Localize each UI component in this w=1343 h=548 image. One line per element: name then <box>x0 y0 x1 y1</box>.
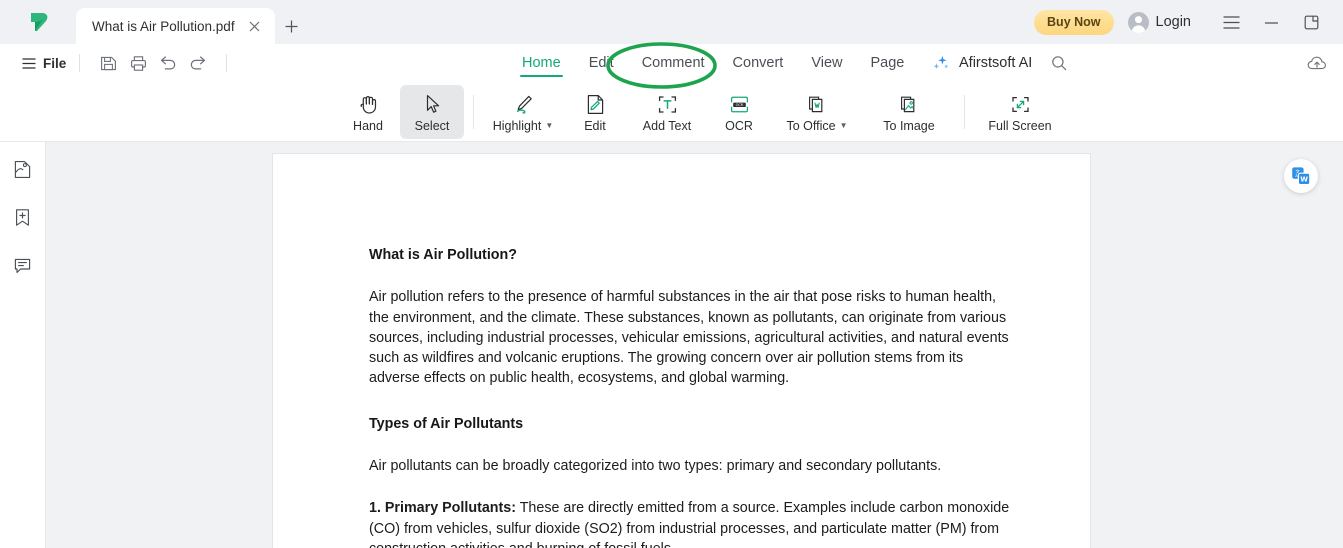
sidebar-item-comments[interactable] <box>8 250 38 280</box>
doc-paragraph-3-bold: 1. Primary Pollutants: <box>369 500 516 517</box>
highlight-tool-button[interactable]: Highlight ▼ <box>483 85 563 139</box>
app-menu-button[interactable] <box>1211 7 1251 37</box>
hand-tool-label: Hand <box>353 119 383 133</box>
full-screen-tool-label: Full Screen <box>988 119 1052 133</box>
hand-icon <box>356 91 381 117</box>
to-office-tool-label: To Office ▼ <box>786 119 847 133</box>
restore-window-icon <box>1304 15 1318 29</box>
ribbon-tabs: Home Edit Comment Convert View Page <box>508 44 918 82</box>
afirstsoft-ai-label[interactable]: Afirstsoft AI <box>959 55 1032 71</box>
menu-bar: File Home Edit Comment Convert View Page… <box>0 44 1343 82</box>
document-tab-title: What is Air Pollution.pdf <box>92 18 235 34</box>
to-image-icon <box>897 91 922 117</box>
select-tool-label: Select <box>414 119 450 133</box>
titlebar-right-controls: Buy Now Login <box>1034 0 1343 44</box>
svg-text:A: A <box>1295 173 1298 178</box>
hamburger-menu-icon <box>1223 15 1239 29</box>
tab-edit[interactable]: Edit <box>575 44 628 82</box>
afirstsoft-leaf-logo-icon <box>31 13 48 31</box>
chevron-down-icon[interactable]: ▼ <box>840 122 848 130</box>
doc-paragraph-3: 1. Primary Pollutants: These are directl… <box>369 498 1012 548</box>
highlight-pen-icon <box>511 91 536 117</box>
minimize-button[interactable] <box>1251 7 1291 37</box>
doc-heading-1: What is Air Pollution? <box>369 247 517 263</box>
sidebar-item-thumbnails[interactable] <box>8 154 38 184</box>
login-label: Login <box>1155 14 1191 30</box>
afirstsoft-ai-group: Afirstsoft AI <box>930 44 1067 82</box>
minimize-icon <box>1264 21 1278 24</box>
to-office-word-icon <box>805 91 830 117</box>
pdf-page: What is Air Pollution? Air pollution ref… <box>273 154 1090 548</box>
add-text-icon <box>655 91 680 117</box>
divider <box>226 54 228 72</box>
translate-to-word-button[interactable]: 文 A W <box>1284 159 1318 193</box>
undo-icon[interactable] <box>153 50 183 76</box>
restore-window-button[interactable] <box>1291 7 1331 37</box>
divider <box>964 95 965 129</box>
add-text-tool-label: Add Text <box>642 119 692 133</box>
svg-text:W: W <box>1300 176 1308 184</box>
doc-heading-2: Types of Air Pollutants <box>369 415 524 432</box>
new-tab-button[interactable] <box>275 8 309 44</box>
highlight-label-text: Highlight <box>492 119 542 133</box>
close-icon[interactable] <box>245 16 265 36</box>
tab-strip: What is Air Pollution.pdf <box>76 0 309 44</box>
hand-tool-button[interactable]: Hand <box>336 85 400 139</box>
file-menu-button[interactable]: File <box>22 56 66 71</box>
tab-convert[interactable]: Convert <box>719 44 798 82</box>
divider <box>79 54 81 72</box>
to-image-tool-button[interactable]: To Image <box>863 85 955 139</box>
ocr-icon: OCR <box>727 91 752 117</box>
bookmark-add-icon <box>16 208 29 226</box>
sidebar-item-bookmarks[interactable] <box>8 202 38 232</box>
edit-document-icon <box>583 91 608 117</box>
divider <box>473 95 474 129</box>
pdf-page-content: What is Air Pollution? Air pollution ref… <box>369 246 1012 548</box>
to-image-tool-label: To Image <box>883 119 935 133</box>
highlight-tool-label: Highlight ▼ <box>493 119 554 133</box>
full-screen-icon <box>1008 91 1033 117</box>
toolbar-items: Hand Select Highlight ▼ Edit Add Text OC… <box>336 82 1066 142</box>
chevron-down-icon[interactable]: ▼ <box>545 122 553 130</box>
add-text-tool-button[interactable]: Add Text <box>627 85 707 139</box>
to-office-label-text: To Office <box>786 119 836 133</box>
document-tab[interactable]: What is Air Pollution.pdf <box>76 8 275 44</box>
redo-icon[interactable] <box>183 50 213 76</box>
login-button[interactable]: Login <box>1127 11 1191 33</box>
buy-now-button[interactable]: Buy Now <box>1034 9 1114 35</box>
select-tool-button[interactable]: Select <box>400 85 464 139</box>
page-thumbnails-icon <box>14 160 31 178</box>
edit-tool-button[interactable]: Edit <box>563 85 627 139</box>
full-screen-tool-button[interactable]: Full Screen <box>974 85 1066 139</box>
cursor-arrow-icon <box>420 91 445 117</box>
comments-icon <box>14 258 31 273</box>
doc-paragraph-1: Air pollution refers to the presence of … <box>369 289 1009 387</box>
translate-to-word-icon: 文 A W <box>1292 167 1311 186</box>
svg-text:OCR: OCR <box>735 103 743 107</box>
sparkle-ai-icon <box>930 53 950 73</box>
file-menu-label: File <box>43 55 67 71</box>
tab-view[interactable]: View <box>797 44 856 82</box>
title-bar: What is Air Pollution.pdf Buy Now Login <box>0 0 1343 44</box>
cloud-upload-icon[interactable] <box>1303 50 1331 76</box>
doc-paragraph-2: Air pollutants can be broadly categorize… <box>369 458 942 475</box>
user-avatar-icon <box>1127 11 1149 33</box>
app-logo <box>0 0 76 44</box>
ocr-tool-button[interactable]: OCR OCR <box>707 85 771 139</box>
main-toolbar: Hand Select Highlight ▼ Edit Add Text OC… <box>0 82 1343 142</box>
edit-tool-label: Edit <box>584 119 606 133</box>
tab-comment[interactable]: Comment <box>628 44 719 82</box>
print-icon[interactable] <box>123 50 153 76</box>
tab-home[interactable]: Home <box>508 44 575 82</box>
document-viewer[interactable]: What is Air Pollution? Air pollution ref… <box>46 142 1343 548</box>
to-office-tool-button[interactable]: To Office ▼ <box>771 85 863 139</box>
left-sidebar <box>0 142 46 548</box>
hamburger-icon <box>22 57 36 69</box>
save-icon[interactable] <box>93 50 123 76</box>
search-icon[interactable] <box>1051 55 1067 71</box>
tab-page[interactable]: Page <box>857 44 919 82</box>
plus-icon <box>285 20 298 32</box>
ocr-tool-label: OCR <box>725 119 753 133</box>
